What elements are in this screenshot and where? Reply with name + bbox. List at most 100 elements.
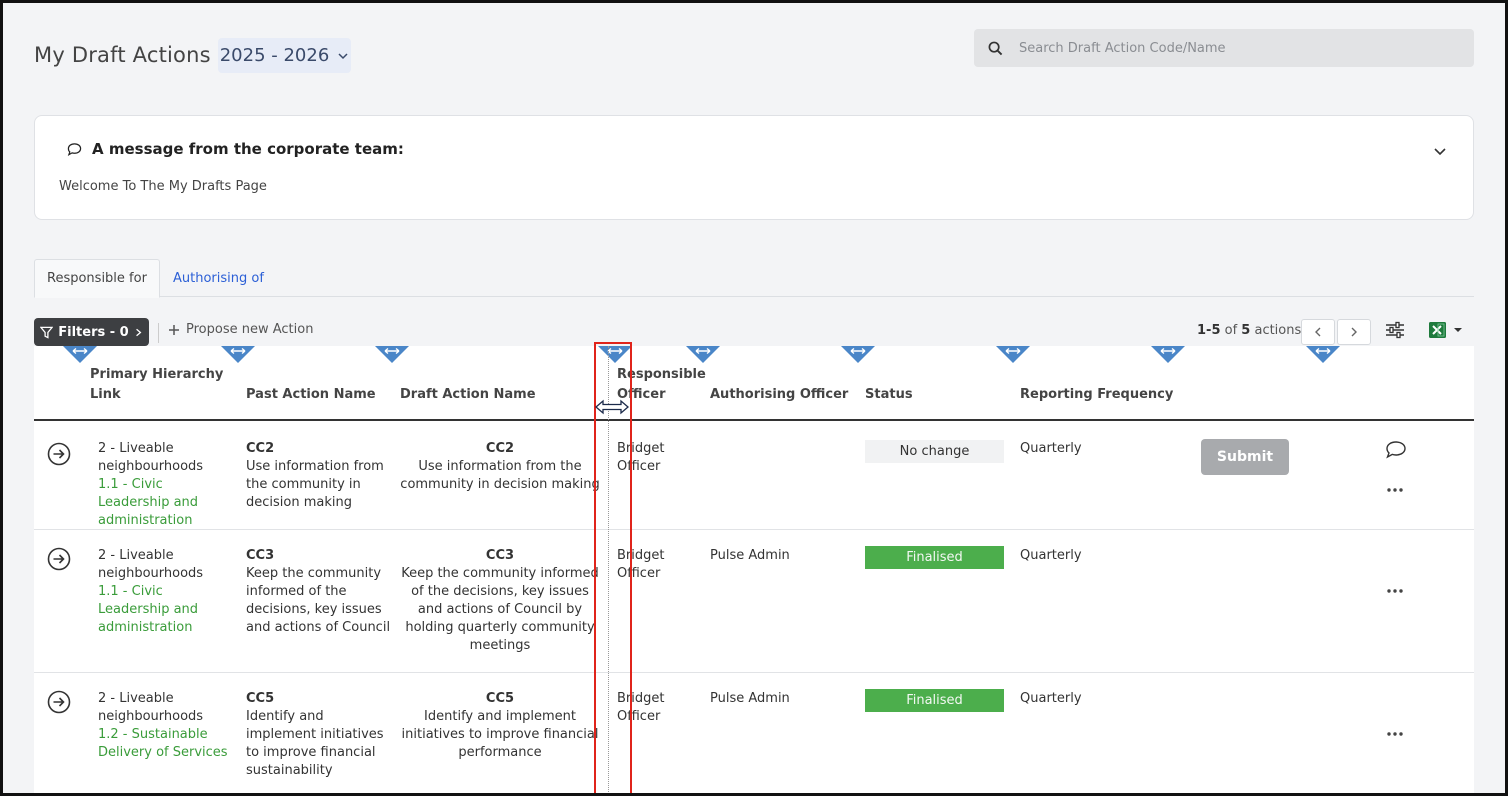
column-resize-marker-icon[interactable] xyxy=(996,346,1030,364)
search-box xyxy=(974,29,1474,67)
tab-authorising-of[interactable]: Authorising of xyxy=(161,259,276,297)
next-page-button[interactable] xyxy=(1337,319,1371,345)
header-reporting-frequency[interactable]: Reporting Frequency xyxy=(1020,385,1173,405)
chevron-left-icon xyxy=(1315,327,1321,337)
header-authorising-officer[interactable]: Authorising Officer xyxy=(710,385,848,405)
pagination-info: 1-5 of 5 actions xyxy=(1197,323,1301,338)
draft-action-name: Use information from the community in de… xyxy=(400,459,600,492)
draft-action-name: Keep the community informed of the decis… xyxy=(401,566,599,653)
comment-icon[interactable] xyxy=(1385,440,1407,460)
message-title-text: A message from the corporate team: xyxy=(92,140,404,158)
arrow-circle-right-icon[interactable] xyxy=(47,442,71,466)
arrow-circle-right-icon[interactable] xyxy=(47,690,71,714)
past-action-name: Keep the community informed of the decis… xyxy=(246,566,391,635)
pagination-actions: actions xyxy=(1250,323,1302,338)
toolbar-divider xyxy=(158,323,159,343)
search-input[interactable] xyxy=(1019,40,1439,56)
propose-label: Propose new Action xyxy=(186,322,314,337)
year-select[interactable]: 2025 - 2026 xyxy=(218,38,351,73)
table-header: Primary Hierarchy Link Past Action Name … xyxy=(34,346,1474,421)
draft-action-code: CC5 xyxy=(485,691,515,706)
arrow-circle-right-icon[interactable] xyxy=(47,547,71,571)
hierarchy-text: 2 - Liveable neighbourhoods xyxy=(98,691,204,724)
double-arrow-icon[interactable] xyxy=(595,399,629,415)
hierarchy-text: 2 - Liveable neighbourhoods xyxy=(98,548,204,581)
pagination-of: of xyxy=(1220,323,1242,338)
column-resize-marker-icon[interactable] xyxy=(63,346,97,364)
page: My Draft Actions 2025 - 2026 A message f… xyxy=(3,3,1505,793)
funnel-icon xyxy=(40,326,54,339)
draft-action-cell: CC3 Keep the community informed of the d… xyxy=(397,547,603,655)
propose-new-action-button[interactable]: Propose new Action xyxy=(168,322,313,337)
column-resize-marker-icon[interactable] xyxy=(686,346,720,364)
past-action-cell: CC2 Use information from the community i… xyxy=(246,440,391,512)
authorising-officer-cell: Pulse Admin xyxy=(710,691,790,706)
past-action-code: CC3 xyxy=(246,548,275,563)
year-value: 2025 - 2026 xyxy=(219,45,330,66)
hierarchy-cell: 2 - Liveable neighbourhoods 1.1 - Civic … xyxy=(98,440,238,530)
past-action-cell: CC3 Keep the community informed of the d… xyxy=(246,547,391,637)
pagination-total: 5 xyxy=(1241,323,1251,338)
reporting-frequency-cell: Quarterly xyxy=(1020,441,1082,456)
draft-action-code: CC3 xyxy=(485,548,515,563)
authorising-officer-cell: Pulse Admin xyxy=(710,548,790,563)
hierarchy-sub-link[interactable]: 1.1 - Civic Leadership and administratio… xyxy=(98,476,238,530)
actions-table: Primary Hierarchy Link Past Action Name … xyxy=(34,346,1474,793)
chevron-down-icon xyxy=(338,52,348,59)
search-icon xyxy=(988,41,1003,55)
hierarchy-cell: 2 - Liveable neighbourhoods 1.1 - Civic … xyxy=(98,547,238,637)
column-resize-marker-icon[interactable] xyxy=(1306,346,1340,364)
column-resize-marker-icon[interactable] xyxy=(1151,346,1185,364)
tabs: Responsible for Authorising of xyxy=(34,259,1474,298)
reporting-frequency-cell: Quarterly xyxy=(1020,691,1082,706)
chevron-right-icon xyxy=(1351,327,1357,337)
hierarchy-sub-link[interactable]: 1.2 - Sustainable Delivery of Services xyxy=(98,726,238,762)
header-primary-hierarchy[interactable]: Primary Hierarchy Link xyxy=(90,365,223,405)
past-action-name: Identify and implement initiatives to im… xyxy=(246,709,384,778)
reporting-frequency-cell: Quarterly xyxy=(1020,548,1082,563)
message-card: A message from the corporate team: Welco… xyxy=(34,115,1474,220)
past-action-code: CC5 xyxy=(246,691,275,706)
filters-button[interactable]: Filters - 0 xyxy=(34,318,149,346)
message-title: A message from the corporate team: xyxy=(67,140,404,158)
past-action-name: Use information from the community in de… xyxy=(246,459,384,510)
ellipsis-icon[interactable] xyxy=(1386,487,1404,493)
column-resize-marker-icon[interactable] xyxy=(221,346,255,364)
status-badge: Finalised xyxy=(865,546,1004,569)
draft-action-name: Identify and implement initiatives to im… xyxy=(401,709,599,760)
column-resize-marker-icon[interactable] xyxy=(375,346,409,364)
header-draft-action-name[interactable]: Draft Action Name xyxy=(400,385,536,405)
past-action-cell: CC5 Identify and implement initiatives t… xyxy=(246,690,391,780)
pagination-range: 1-5 xyxy=(1197,323,1221,338)
hierarchy-cell: 2 - Liveable neighbourhoods 1.2 - Sustai… xyxy=(98,690,238,762)
table-row: 2 - Liveable neighbourhoods 1.1 - Civic … xyxy=(34,530,1474,673)
header-status[interactable]: Status xyxy=(865,385,913,405)
column-resize-marker-icon[interactable] xyxy=(841,346,875,364)
filters-label: Filters - 0 xyxy=(58,324,129,340)
draft-action-cell: CC5 Identify and implement initiatives t… xyxy=(397,690,603,762)
page-title: My Draft Actions xyxy=(34,43,211,67)
ellipsis-icon[interactable] xyxy=(1386,731,1404,737)
draft-action-code: CC2 xyxy=(485,441,515,456)
submit-button[interactable]: Submit xyxy=(1201,439,1289,475)
hierarchy-text: 2 - Liveable neighbourhoods xyxy=(98,441,204,474)
past-action-code: CC2 xyxy=(246,441,275,456)
prev-page-button[interactable] xyxy=(1301,319,1335,345)
plus-icon xyxy=(169,324,179,335)
header-primary-line1: Primary Hierarchy xyxy=(90,367,224,382)
ellipsis-icon[interactable] xyxy=(1386,588,1404,594)
sliders-icon[interactable] xyxy=(1385,321,1405,339)
message-body: Welcome To The My Drafts Page xyxy=(59,179,267,194)
chevron-down-icon[interactable] xyxy=(1433,144,1447,158)
status-badge: Finalised xyxy=(865,689,1004,712)
table-row: 2 - Liveable neighbourhoods 1.1 - Civic … xyxy=(34,423,1474,530)
chevron-right-icon xyxy=(135,328,142,336)
status-badge: No change xyxy=(865,440,1004,463)
excel-icon[interactable] xyxy=(1428,321,1464,339)
header-primary-line2: Link xyxy=(90,387,121,402)
tab-responsible-for[interactable]: Responsible for xyxy=(34,259,160,298)
hierarchy-sub-link[interactable]: 1.1 - Civic Leadership and administratio… xyxy=(98,583,238,637)
header-past-action-name[interactable]: Past Action Name xyxy=(246,385,376,405)
table-row: 2 - Liveable neighbourhoods 1.2 - Sustai… xyxy=(34,673,1474,793)
draft-action-cell: CC2 Use information from the community i… xyxy=(397,440,603,494)
